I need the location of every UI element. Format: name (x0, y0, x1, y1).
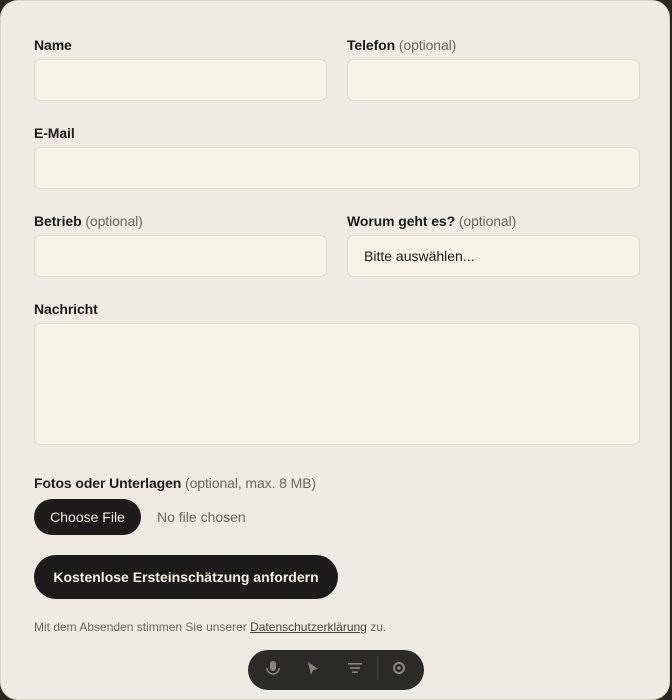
contact-form-card: Name Telefon (optional) E-Mail Betrieb (… (0, 0, 670, 700)
pointer-icon[interactable] (304, 659, 322, 677)
consent-prefix: Mit dem Absenden stimmen Sie unserer (34, 620, 247, 634)
email-label: E-Mail (34, 125, 75, 141)
name-field: Name (34, 37, 327, 101)
settings-icon[interactable] (390, 659, 408, 677)
topic-select-value: Bitte auswählen... (364, 248, 475, 264)
company-label: Betrieb (optional) (34, 213, 143, 229)
submit-button[interactable]: Kostenlose Ersteinschätzung anfordern (34, 555, 338, 599)
files-field: Fotos oder Unterlagen (optional, max. 8 … (34, 475, 640, 491)
phone-field: Telefon (optional) (347, 37, 640, 101)
toolbar-divider (377, 656, 378, 680)
phone-input[interactable] (347, 59, 640, 101)
topic-label: Worum geht es? (optional) (347, 213, 517, 229)
message-textarea[interactable] (34, 323, 640, 445)
topic-select[interactable]: Bitte auswählen... (347, 235, 640, 277)
company-optional-hint: (optional) (85, 213, 143, 229)
phone-label: Telefon (optional) (347, 37, 457, 53)
email-field: E-Mail (34, 125, 640, 189)
topic-field: Worum geht es? (optional) Bitte auswähle… (347, 213, 640, 277)
company-input[interactable] (34, 235, 327, 277)
menu-icon[interactable] (346, 659, 364, 677)
consent-text: Mit dem Absenden stimmen Sie unserer Dat… (34, 620, 386, 634)
name-label: Name (34, 37, 72, 53)
topic-optional-hint: (optional) (458, 213, 517, 229)
company-field: Betrieb (optional) (34, 213, 327, 277)
consent-suffix: zu. (370, 620, 387, 634)
files-optional-hint: (optional, max. 8 MB) (185, 475, 316, 491)
microphone-icon[interactable] (264, 659, 282, 677)
message-field: Nachricht (34, 301, 640, 445)
choose-file-button[interactable]: Choose File (34, 499, 141, 535)
floating-toolbar (248, 650, 424, 690)
name-input[interactable] (34, 59, 327, 101)
files-label: Fotos oder Unterlagen (optional, max. 8 … (34, 475, 316, 491)
phone-optional-hint: (optional) (398, 37, 457, 53)
privacy-policy-link[interactable]: Datenschutzerklärung (250, 620, 367, 634)
email-input[interactable] (34, 147, 640, 189)
file-status-text: No file chosen (157, 509, 246, 525)
message-label: Nachricht (34, 301, 98, 317)
